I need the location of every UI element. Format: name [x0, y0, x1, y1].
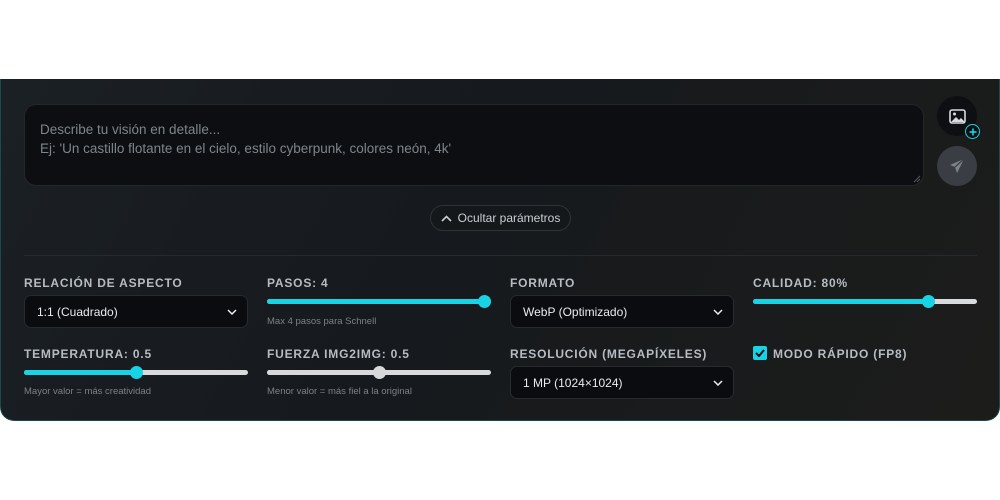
prompt-textarea[interactable]: Describe tu visión en detalle... Ej: 'Un…	[24, 104, 924, 186]
paper-plane-icon	[950, 158, 965, 173]
image-icon	[948, 108, 966, 124]
slider-fill	[24, 370, 136, 375]
toggle-params-button[interactable]: Ocultar parámetros	[430, 205, 571, 231]
generation-panel: Describe tu visión en detalle... Ej: 'Un…	[0, 79, 1000, 421]
chevron-up-icon	[441, 214, 452, 222]
fast-mode-label[interactable]: MODO RÁPIDO (FP8)	[773, 347, 907, 361]
slider-fill	[267, 370, 379, 375]
resolution-value: 1 MP (1024×1024)	[523, 375, 623, 390]
steps-hint: Max 4 pasos para Schnell	[267, 316, 377, 327]
prompt-placeholder-line2: Ej: 'Un castillo flotante en el cielo, e…	[40, 141, 452, 156]
resolution-label: RESOLUCIÓN (MEGAPÍXELES)	[510, 347, 708, 361]
steps-label: PASOS: 4	[267, 276, 329, 290]
resize-grip-icon[interactable]	[913, 175, 921, 183]
format-select[interactable]: WebP (Optimizado)	[510, 295, 734, 328]
aspect-ratio-label: RELACIÓN DE ASPECTO	[24, 276, 183, 290]
slider-thumb[interactable]	[922, 295, 935, 308]
slider-thumb[interactable]	[373, 366, 386, 379]
quality-label: CALIDAD: 80%	[753, 276, 848, 290]
checkmark-icon	[755, 349, 765, 357]
img2img-strength-label: FUERZA IMG2IMG: 0.5	[267, 347, 410, 361]
slider-thumb[interactable]	[478, 295, 491, 308]
aspect-ratio-select[interactable]: 1:1 (Cuadrado)	[24, 295, 248, 328]
fast-mode-checkbox[interactable]	[753, 346, 767, 360]
chevron-down-icon	[227, 308, 237, 315]
img2img-strength-hint: Menor valor = más fiel a la original	[267, 386, 412, 397]
format-value: WebP (Optimizado)	[523, 304, 628, 319]
prompt-placeholder-line1: Describe tu visión en detalle...	[40, 122, 221, 137]
chevron-down-icon	[713, 379, 723, 386]
img2img-strength-slider[interactable]	[267, 365, 491, 379]
toggle-params-label: Ocultar parámetros	[457, 211, 561, 225]
send-button[interactable]	[937, 146, 977, 186]
temperature-hint: Mayor valor = más creatividad	[24, 386, 151, 397]
temperature-label: TEMPERATURA: 0.5	[24, 347, 152, 361]
divider	[24, 255, 977, 256]
resolution-select[interactable]: 1 MP (1024×1024)	[510, 366, 734, 399]
upload-image-button[interactable]	[937, 96, 980, 139]
aspect-ratio-value: 1:1 (Cuadrado)	[37, 304, 118, 319]
temperature-slider[interactable]	[24, 365, 248, 379]
chevron-down-icon	[713, 308, 723, 315]
slider-fill	[753, 299, 928, 304]
slider-fill	[267, 299, 491, 304]
slider-thumb[interactable]	[130, 366, 143, 379]
steps-slider[interactable]	[267, 294, 491, 308]
format-label: FORMATO	[510, 276, 576, 290]
plus-icon	[965, 124, 980, 139]
quality-slider[interactable]	[753, 294, 977, 308]
